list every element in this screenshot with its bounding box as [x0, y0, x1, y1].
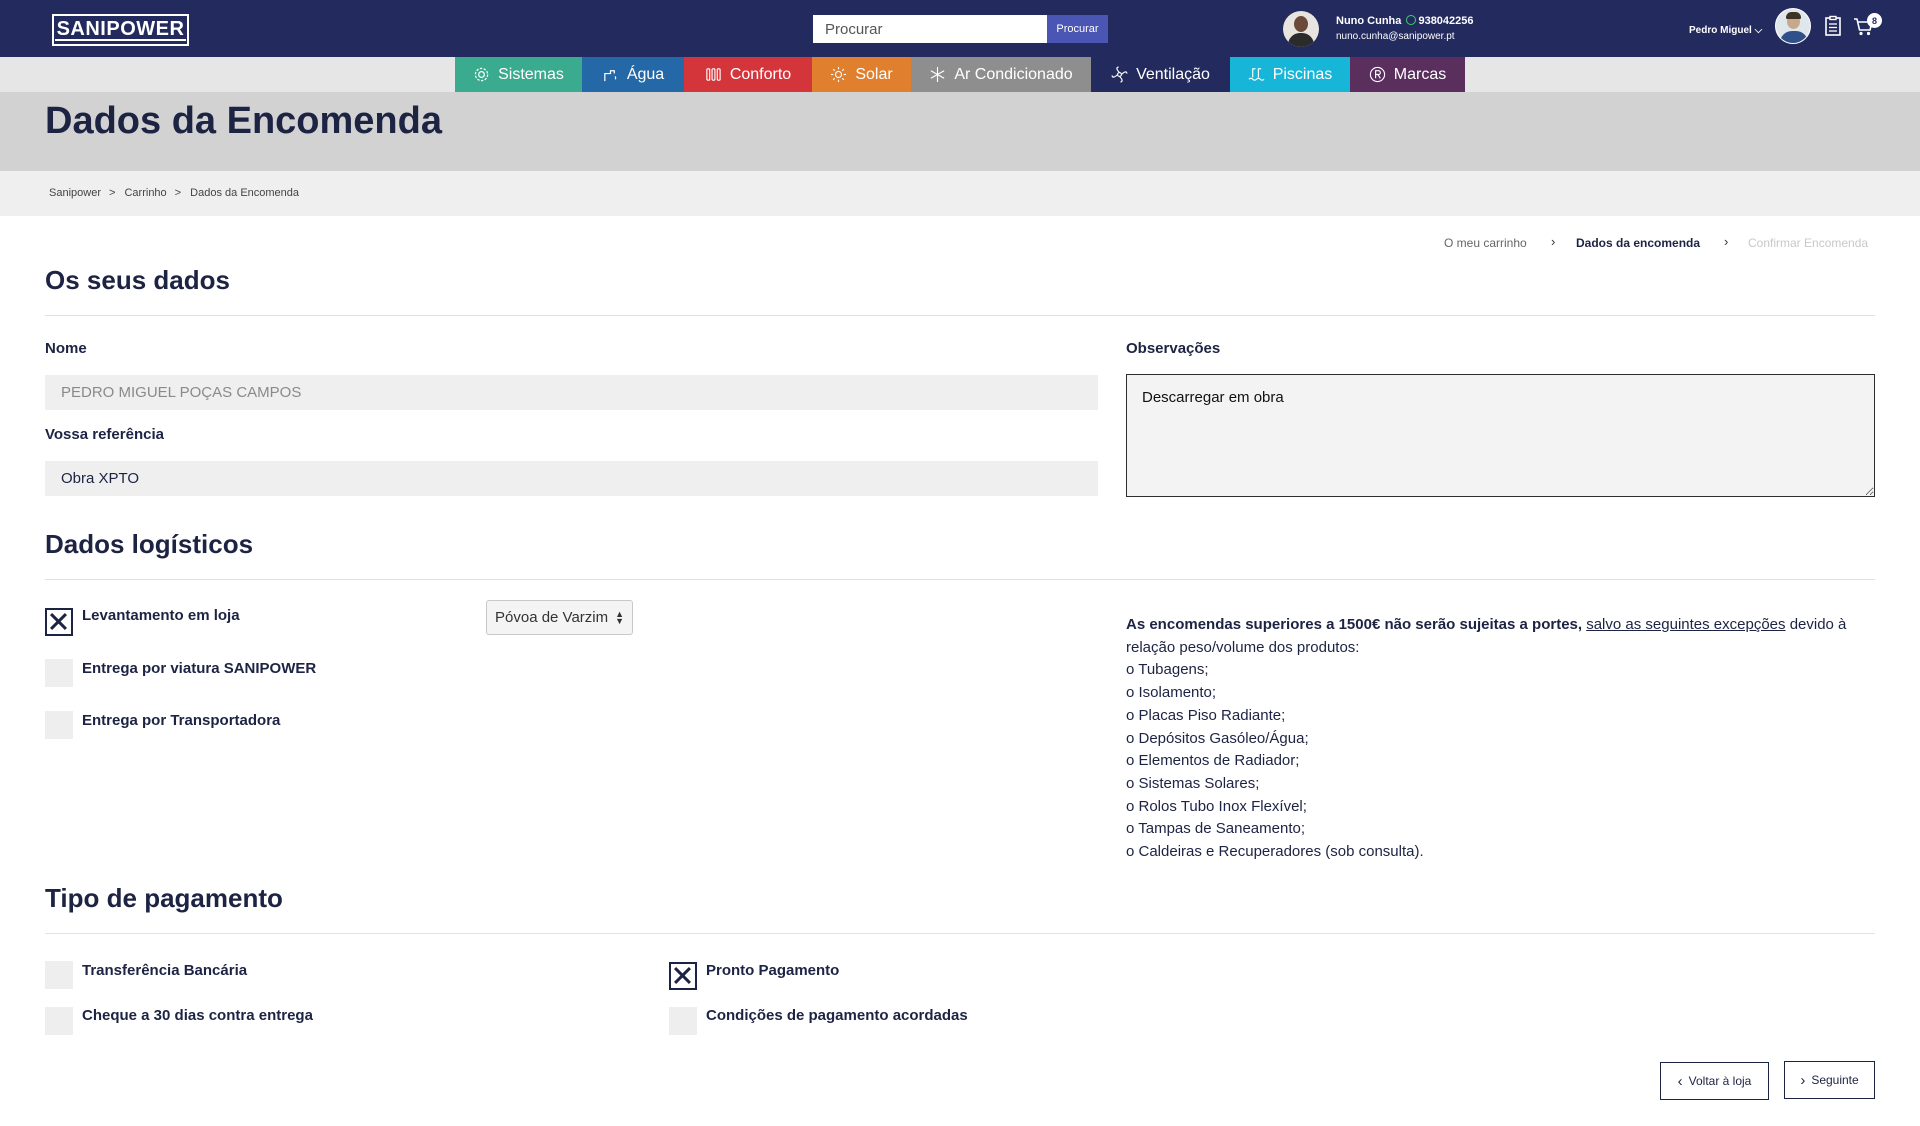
observations-textarea[interactable]: Descarregar em obra [1126, 374, 1875, 497]
nav-item-ar-condicionado[interactable]: Ar Condicionado [911, 57, 1091, 92]
user-avatar[interactable] [1775, 8, 1811, 44]
store-select[interactable]: Póvoa de Varzim ▲ ▼ [486, 600, 633, 635]
snowflake-icon [930, 66, 945, 83]
chevron-right-icon: › [1551, 234, 1556, 249]
name-label: Nome [45, 340, 87, 357]
sanipower-delivery-label: Entrega por viatura SANIPOWER [82, 660, 317, 677]
divider [45, 315, 1875, 316]
shipping-info: As encomendas superiores a 1500€ não ser… [1126, 614, 1878, 864]
carrier-delivery-checkbox[interactable] [45, 711, 73, 739]
reference-label: Vossa referência [45, 426, 164, 443]
exception-item: o Tubagens; [1126, 661, 1209, 679]
search-button[interactable]: Procurar [1047, 15, 1108, 43]
nav-item-marcas[interactable]: Marcas [1350, 57, 1465, 92]
breadcrumb-sanipower[interactable]: Sanipower [49, 187, 101, 199]
exception-item: o Rolos Tubo Inox Flexível; [1126, 797, 1307, 815]
nav-item-ventilacao[interactable]: Ventilação [1091, 57, 1230, 92]
carrier-delivery-label: Entrega por Transportadora [82, 712, 281, 729]
pickup-in-store-label: Levantamento em loja [82, 607, 240, 624]
exception-item: o Caldeiras e Recuperadores (sob consult… [1126, 843, 1424, 861]
whatsapp-icon [1406, 15, 1417, 25]
breadcrumb: Sanipower > Carrinho > Dados da Encomenda [49, 187, 300, 199]
exception-item: o Placas Piso Radiante; [1126, 706, 1286, 724]
back-to-store-button[interactable]: ‹ Voltar à loja [1660, 1062, 1769, 1100]
divider [45, 933, 1875, 934]
page-title: Dados da Encomenda [45, 100, 442, 142]
registered-icon [1369, 66, 1385, 83]
step-order-data: Dados da encomenda [1576, 236, 1701, 250]
sanipower-logo[interactable]: SANIPOWER [52, 14, 189, 46]
section-payment-heading: Tipo de pagamento [45, 883, 283, 913]
search-input[interactable] [813, 15, 1047, 43]
divider [45, 579, 1875, 580]
chevron-right-icon: › [1800, 1071, 1806, 1089]
exception-item: o Isolamento; [1126, 684, 1217, 702]
reference-field[interactable] [45, 461, 1098, 496]
cheque-checkbox[interactable] [45, 1007, 73, 1035]
select-arrows-icon: ▲ ▼ [615, 608, 624, 626]
bank-transfer-label: Transferência Bancária [82, 962, 248, 979]
cart-count-badge: 8 [1867, 13, 1882, 28]
chevron-down-icon: ⌵ [1754, 25, 1763, 36]
nav-item-conforto[interactable]: Conforto [684, 57, 812, 92]
observations-label: Observações [1126, 340, 1221, 357]
nav-item-piscinas[interactable]: Piscinas [1230, 57, 1350, 92]
pickup-in-store-checkbox[interactable] [45, 608, 73, 636]
step-confirm-order: Confirmar Encomenda [1748, 236, 1869, 250]
contact-info: Nuno Cunha 938042256 [1336, 15, 1474, 27]
section-logistics-heading: Dados logísticos [45, 529, 254, 559]
shipping-info-intro: As encomendas superiores a 1500€ não ser… [1126, 616, 1847, 656]
user-menu[interactable]: Pedro Miguel ⌵ [1689, 25, 1762, 36]
agreed-terms-checkbox[interactable] [669, 1007, 697, 1035]
breadcrumb-current: Dados da Encomenda [190, 187, 300, 199]
gear-icon [474, 67, 489, 82]
sun-icon [831, 66, 847, 83]
nav-item-sistemas[interactable]: Sistemas [455, 57, 582, 92]
breadcrumb-carrinho[interactable]: Carrinho [124, 187, 166, 199]
exception-item: o Depósitos Gasóleo/Água; [1126, 729, 1309, 747]
next-button[interactable]: › Seguinte [1784, 1061, 1875, 1099]
exception-item: o Tampas de Saneamento; [1126, 820, 1306, 838]
chevron-right-icon: › [1724, 234, 1729, 249]
nav-item-solar[interactable]: Solar [812, 57, 911, 92]
chevron-left-icon: ‹ [1677, 1072, 1683, 1090]
clipboard-icon[interactable] [1822, 15, 1844, 37]
contact-email: nuno.cunha@sanipower.pt [1336, 31, 1455, 42]
pool-icon [1248, 68, 1265, 81]
exception-item: o Elementos de Radiador; [1126, 752, 1300, 770]
step-my-cart[interactable]: O meu carrinho [1444, 236, 1527, 250]
agreed-terms-label: Condições de pagamento acordadas [706, 1007, 968, 1024]
cheque-label: Cheque a 30 dias contra entrega [82, 1007, 313, 1024]
exception-item: o Sistemas Solares; [1126, 774, 1260, 792]
contact-name: Nuno Cunha [1336, 15, 1402, 27]
bank-transfer-checkbox[interactable] [45, 961, 73, 989]
sanipower-delivery-checkbox[interactable] [45, 659, 73, 687]
nav-item-agua[interactable]: Água [582, 57, 684, 92]
radiator-icon [706, 68, 721, 81]
fan-icon [1111, 66, 1128, 83]
name-field [45, 375, 1098, 410]
prompt-payment-checkbox[interactable] [669, 962, 697, 990]
exceptions-link[interactable]: salvo as seguintes excepções [1586, 616, 1785, 633]
section-your-data-heading: Os seus dados [45, 265, 230, 295]
contact-phone: 938042256 [1418, 15, 1474, 27]
contact-avatar [1283, 11, 1319, 47]
faucet-icon [604, 70, 617, 82]
prompt-payment-label: Pronto Pagamento [706, 962, 840, 979]
